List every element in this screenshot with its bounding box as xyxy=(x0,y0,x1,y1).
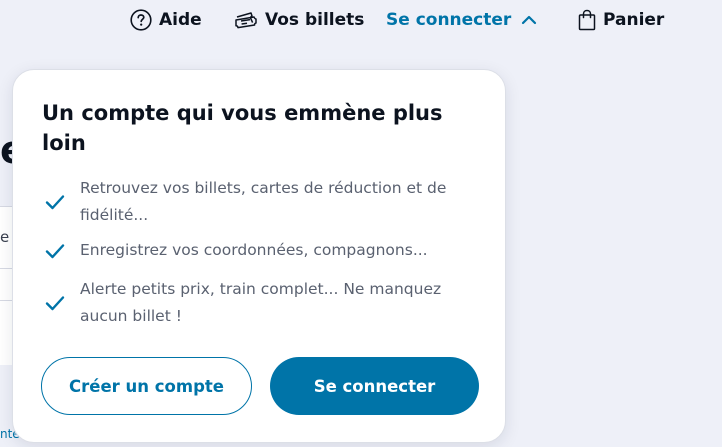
login-button[interactable]: Se connecter xyxy=(270,357,479,415)
cart-link[interactable]: Panier xyxy=(578,8,664,32)
cart-label: Panier xyxy=(603,10,665,30)
form-field-fragment: e xyxy=(0,228,10,246)
benefit-text: Retrouvez vos billets, cartes de réducti… xyxy=(80,179,447,224)
tickets-label: Vos billets xyxy=(265,10,365,30)
ticket-icon xyxy=(234,10,258,30)
checkmark-icon xyxy=(44,292,66,314)
help-circle-icon xyxy=(130,9,152,31)
help-label: Aide xyxy=(159,10,202,30)
help-link[interactable]: Aide xyxy=(130,8,202,32)
benefit-text: Alerte petits prix, train complet... Ne … xyxy=(80,280,442,325)
benefit-item: Enregistrez vos coordonnées, compagnons.… xyxy=(42,237,482,264)
create-account-button[interactable]: Créer un compte xyxy=(41,357,252,415)
checkmark-icon xyxy=(44,240,66,262)
popover-title: Un compte qui vous emmène plus loin xyxy=(42,101,443,155)
benefit-text: Enregistrez vos coordonnées, compagnons.… xyxy=(80,241,428,259)
benefit-item: Alerte petits prix, train complet... Ne … xyxy=(42,276,482,330)
top-navigation: Aide Vos billets Se connecter Panier xyxy=(0,0,722,40)
benefit-item: Retrouvez vos billets, cartes de réducti… xyxy=(42,175,482,229)
tickets-link[interactable]: Vos billets xyxy=(234,8,364,32)
benefits-list: Retrouvez vos billets, cartes de réducti… xyxy=(42,175,482,330)
shopping-bag-icon xyxy=(578,9,596,31)
login-menu-label: Se connecter xyxy=(386,10,512,30)
account-popover: Un compte qui vous emmène plus loin Retr… xyxy=(12,69,506,443)
login-menu-toggle[interactable]: Se connecter xyxy=(386,8,537,32)
chevron-up-icon xyxy=(521,14,537,26)
checkmark-icon xyxy=(44,191,66,213)
